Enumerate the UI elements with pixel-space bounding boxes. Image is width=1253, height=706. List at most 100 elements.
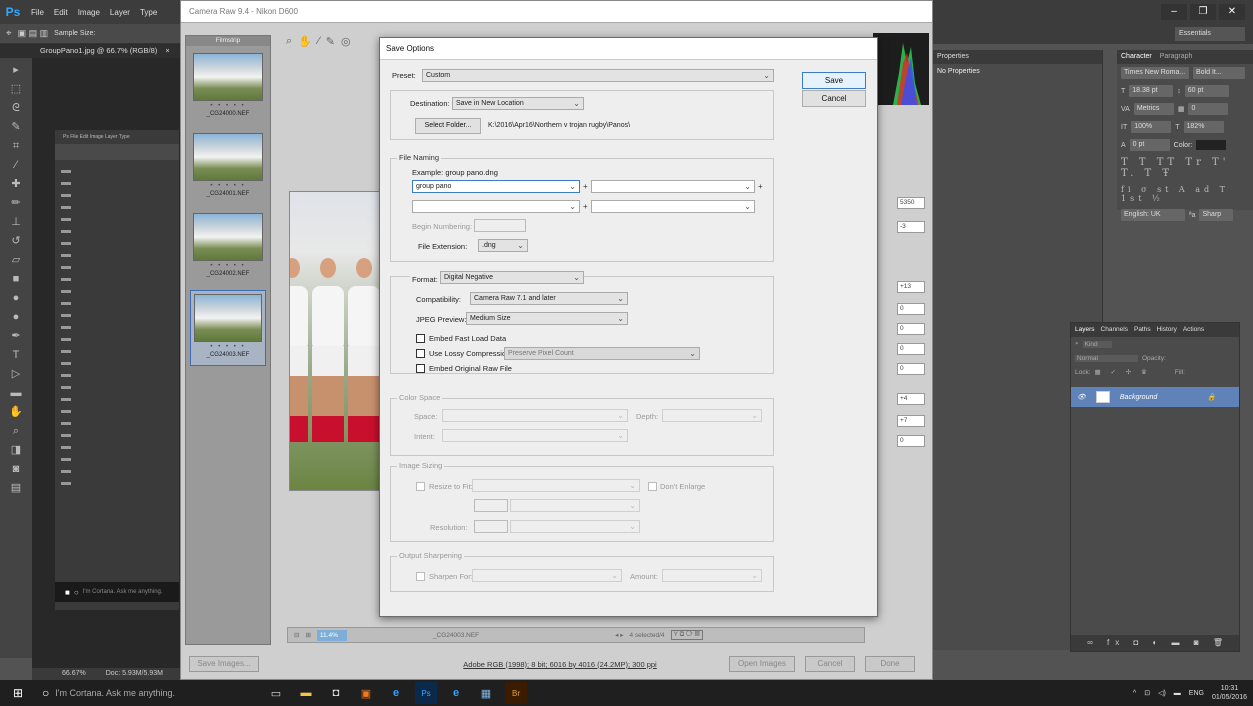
edge-icon[interactable]: e (385, 682, 407, 704)
begin-numbering-input[interactable] (474, 219, 526, 232)
zoom-select[interactable]: 11.4% (316, 629, 347, 641)
eraser-tool-icon[interactable]: ▱ (9, 253, 23, 267)
windows-start-icon[interactable]: ⊞ (0, 686, 36, 700)
properties-tab[interactable]: Properties (933, 50, 1102, 64)
calculator-icon[interactable]: ▦ (475, 682, 497, 704)
type-tool-icon[interactable]: T (9, 348, 23, 362)
bridge-icon[interactable]: Br (505, 682, 527, 704)
tab-actions[interactable]: Actions (1183, 323, 1204, 337)
quick-mask-icon[interactable]: ◙ (9, 462, 23, 476)
sharpen-for-select[interactable]: ⌄ (472, 569, 622, 582)
lossy-compression-checkbox[interactable] (416, 349, 425, 358)
dodge-tool-icon[interactable]: ● (9, 310, 23, 324)
filmstrip-thumb[interactable]: • • • • • _CG24002.NEF (190, 210, 266, 286)
menu-type[interactable]: Type (140, 8, 157, 17)
path-select-icon[interactable]: ▷ (9, 367, 23, 381)
depth-select[interactable]: ⌄ (662, 409, 762, 422)
tab-channels[interactable]: Channels (1101, 323, 1128, 337)
destination-select[interactable]: Save in New Location ⌄ (452, 97, 584, 110)
hand-tool-icon[interactable]: ✋ (9, 405, 23, 419)
kerning-field[interactable]: Metrics (1133, 103, 1174, 115)
cancel-button[interactable]: Cancel (802, 90, 866, 107)
layer-kind-filter[interactable]: Kind (1082, 340, 1112, 348)
tab-history[interactable]: History (1157, 323, 1177, 337)
workflow-options-link[interactable]: Adobe RGB (1998); 8 bit; 6016 by 4016 (2… (440, 660, 680, 669)
leading-field[interactable]: 60 pt (1184, 85, 1229, 97)
document-tab[interactable]: GroupPano1.jpg @ 66.7% (RGB/8) × (0, 44, 180, 58)
zoom-in-icon[interactable]: ⊞ (305, 631, 310, 639)
filmstrip-thumb-selected[interactable]: • • • • • _CG24003.NEF (190, 290, 266, 366)
slider-value[interactable]: -3 (897, 221, 925, 233)
ie-icon[interactable]: e (445, 682, 467, 704)
tab-paths[interactable]: Paths (1134, 323, 1151, 337)
gradient-tool-icon[interactable]: ■ (9, 272, 23, 286)
dont-enlarge-checkbox[interactable] (648, 482, 657, 491)
marquee-tool-icon[interactable]: ⬚ (9, 82, 23, 96)
quick-select-icon[interactable]: ✎ (9, 120, 23, 134)
embed-raw-checkbox[interactable] (416, 364, 425, 373)
tab-character[interactable]: Character (1121, 50, 1152, 64)
workspace-switcher[interactable]: Essentials (1175, 27, 1245, 41)
font-family-select[interactable]: Times New Roma... (1121, 67, 1189, 79)
menu-file[interactable]: File (31, 8, 44, 17)
naming-field-2[interactable]: ⌄ (591, 180, 755, 193)
tab-paragraph[interactable]: Paragraph (1160, 50, 1193, 64)
slider-value[interactable]: 0 (897, 323, 925, 335)
thumb-rating[interactable]: • • • • • (193, 263, 263, 269)
embed-fast-load-checkbox[interactable] (416, 334, 425, 343)
preset-select[interactable]: Custom ⌄ (422, 69, 774, 82)
font-style-select[interactable]: Bold It... (1193, 67, 1245, 79)
thumb-rating[interactable]: • • • • • (194, 344, 262, 350)
menu-layer[interactable]: Layer (110, 8, 130, 17)
move-tool-icon[interactable]: ▸ (9, 63, 23, 77)
blur-tool-icon[interactable]: ● (9, 291, 23, 305)
type-style-buttons[interactable]: T T TT Tr T' T. T Ŧ (1117, 154, 1253, 182)
menu-image[interactable]: Image (78, 8, 100, 17)
slider-value[interactable]: 0 (897, 363, 925, 375)
zoom-tool-icon[interactable]: ⌕ (286, 35, 292, 53)
blend-mode-select[interactable]: Normal (1075, 354, 1138, 362)
tool-preset-icon[interactable]: ▣ ▤ ▥ (18, 28, 49, 39)
maximize-icon[interactable]: ❐ (1190, 4, 1216, 20)
save-button[interactable]: Save (802, 72, 866, 89)
language-select[interactable]: English: UK (1121, 209, 1185, 221)
naming-field-1[interactable]: group pano ⌄ (412, 180, 580, 193)
tracking-field[interactable]: 0 (1188, 103, 1229, 115)
naming-field-3[interactable]: ⌄ (412, 200, 580, 213)
task-view-icon[interactable]: ▭ (265, 682, 287, 704)
chevron-up-icon[interactable]: ^ (1133, 690, 1136, 697)
sharpen-for-checkbox[interactable] (416, 572, 425, 581)
zoom-out-icon[interactable]: ⊟ (294, 631, 299, 639)
thumb-rating[interactable]: • • • • • (193, 183, 263, 189)
stamp-tool-icon[interactable]: ⊥ (9, 215, 23, 229)
done-button[interactable]: Done (865, 656, 915, 672)
image-preview[interactable] (289, 191, 381, 491)
prev-next-icon[interactable]: ◂ ▸ (615, 631, 623, 639)
compatibility-select[interactable]: Camera Raw 7.1 and later ⌄ (470, 292, 628, 305)
baseline-field[interactable]: 0 pt (1129, 139, 1170, 151)
clock[interactable]: 10:31 01/05/2016 (1212, 684, 1247, 702)
tab-layers[interactable]: Layers (1075, 323, 1095, 337)
eyedropper-tool-icon[interactable]: ⁄ (9, 158, 23, 172)
lasso-tool-icon[interactable]: ᘓ (9, 101, 23, 115)
jpeg-preview-select[interactable]: Medium Size ⌄ (466, 312, 628, 325)
resize-to-fit-checkbox[interactable] (416, 482, 425, 491)
minimize-icon[interactable]: – (1161, 4, 1187, 20)
slider-value[interactable]: +4 (897, 393, 925, 405)
open-images-button[interactable]: Open Images (729, 656, 795, 672)
close-icon[interactable]: × (165, 46, 169, 55)
file-explorer-icon[interactable]: ▬ (295, 682, 317, 704)
healing-tool-icon[interactable]: ✚ (9, 177, 23, 191)
color-sampler-icon[interactable]: ✎ (326, 35, 335, 53)
resize-value-input[interactable] (474, 499, 508, 512)
menu-edit[interactable]: Edit (54, 8, 68, 17)
intent-select[interactable]: ⌄ (442, 429, 628, 442)
visibility-eye-icon[interactable]: 👁 (1077, 393, 1086, 401)
filmstrip-thumb[interactable]: • • • • • _CG24001.NEF (190, 130, 266, 206)
hscale-field[interactable]: 182% (1183, 121, 1224, 133)
history-brush-icon[interactable]: ↺ (9, 234, 23, 248)
slider-value[interactable]: 0 (897, 303, 925, 315)
view-mode-icons[interactable]: Y ⧉ ⟳ ▤ (670, 630, 703, 640)
format-select[interactable]: Digital Negative ⌄ (440, 271, 584, 284)
close-window-icon[interactable]: ✕ (1219, 4, 1245, 20)
